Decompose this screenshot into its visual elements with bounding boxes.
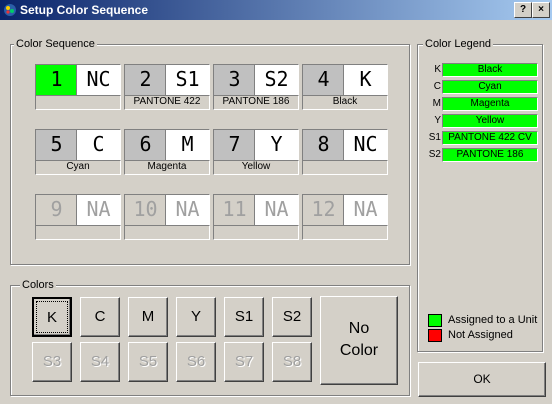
sequence-cell-10[interactable]: 10 NA (124, 194, 210, 240)
assigned-label: Assigned to a Unit (448, 314, 538, 326)
color-button-s1[interactable]: S1 (224, 297, 264, 337)
legend-row-k: K Black (421, 63, 543, 77)
sequence-color-code: M (165, 129, 210, 161)
sequence-color-name (35, 225, 121, 240)
sequence-unit-number: 12 (302, 194, 345, 226)
sequence-color-name: Magenta (124, 160, 210, 175)
legend-row-c: C Cyan (421, 80, 543, 94)
sequence-unit-number: 5 (35, 129, 78, 161)
color-button-s4[interactable]: S4 (80, 342, 120, 382)
sequence-color-code: NC (76, 64, 121, 96)
color-button-s5[interactable]: S5 (128, 342, 168, 382)
color-legend-label: Color Legend (423, 38, 494, 50)
sequence-color-code: Y (254, 129, 299, 161)
sequence-cell-4[interactable]: 4 K Black (302, 64, 388, 110)
not-assigned-swatch (428, 329, 442, 342)
sequence-unit-number: 11 (213, 194, 256, 226)
legend-row-y: Y Yellow (421, 114, 543, 128)
sequence-color-name (35, 95, 121, 110)
assigned-swatch (428, 314, 442, 327)
sequence-unit-number: 2 (124, 64, 167, 96)
not-assigned-label: Not Assigned (448, 329, 513, 341)
sequence-cell-6[interactable]: 6 M Magenta (124, 129, 210, 175)
legend-value: Yellow (442, 114, 538, 128)
color-button-m[interactable]: M (128, 297, 168, 337)
ok-button[interactable]: OK (418, 362, 546, 397)
legend-key: Y (434, 115, 441, 126)
sequence-color-name (124, 225, 210, 240)
window-title: Setup Color Sequence (20, 3, 149, 17)
legend-value: PANTONE 186 (442, 148, 538, 162)
color-button-y[interactable]: Y (176, 297, 216, 337)
legend-key: S2 (428, 149, 441, 160)
legend-value: Black (442, 63, 538, 77)
sequence-color-name: PANTONE 422 (124, 95, 210, 110)
sequence-color-code: NA (165, 194, 210, 226)
sequence-color-name (302, 160, 388, 175)
sequence-color-name (213, 225, 299, 240)
sequence-cell-3[interactable]: 3 S2 PANTONE 186 (213, 64, 299, 110)
sequence-cell-9[interactable]: 9 NA (35, 194, 121, 240)
sequence-color-code: NA (76, 194, 121, 226)
color-sequence-label: Color Sequence (14, 38, 97, 50)
sequence-unit-number: 6 (124, 129, 167, 161)
app-icon (4, 4, 16, 16)
legend-row-m: M Magenta (421, 97, 543, 111)
sequence-color-code: NA (343, 194, 388, 226)
legend-key: C (433, 81, 441, 92)
sequence-color-code: K (343, 64, 388, 96)
title-bar[interactable]: Setup Color Sequence ? × (0, 0, 552, 20)
sequence-color-name: Cyan (35, 160, 121, 175)
sequence-color-name: Black (302, 95, 388, 110)
color-button-s2[interactable]: S2 (272, 297, 312, 337)
sequence-cell-2[interactable]: 2 S1 PANTONE 422 (124, 64, 210, 110)
sequence-unit-number: 7 (213, 129, 256, 161)
no-color-button[interactable]: No Color (320, 296, 398, 385)
sequence-color-name: PANTONE 186 (213, 95, 299, 110)
color-button-c[interactable]: C (80, 297, 120, 337)
color-button-k[interactable]: K (32, 297, 72, 337)
sequence-color-code: C (76, 129, 121, 161)
sequence-cell-7[interactable]: 7 Y Yellow (213, 129, 299, 175)
color-button-s7[interactable]: S7 (224, 342, 264, 382)
sequence-unit-number: 10 (124, 194, 167, 226)
sequence-cell-5[interactable]: 5 C Cyan (35, 129, 121, 175)
sequence-unit-number: 3 (213, 64, 256, 96)
legend-row-s2: S2 PANTONE 186 (421, 148, 543, 162)
sequence-cell-8[interactable]: 8 NC (302, 129, 388, 175)
color-button-s8[interactable]: S8 (272, 342, 312, 382)
sequence-cell-1[interactable]: 1 NC (35, 64, 121, 110)
legend-key: M (432, 98, 441, 109)
sequence-color-name (302, 225, 388, 240)
sequence-color-name: Yellow (213, 160, 299, 175)
sequence-unit-number: 8 (302, 129, 345, 161)
legend-value: Cyan (442, 80, 538, 94)
legend-value: PANTONE 422 CV (442, 131, 538, 145)
legend-value: Magenta (442, 97, 538, 111)
color-button-s6[interactable]: S6 (176, 342, 216, 382)
sequence-unit-number: 9 (35, 194, 78, 226)
no-color-line1: No (348, 320, 370, 337)
sequence-color-code: NC (343, 129, 388, 161)
help-button[interactable]: ? (514, 2, 532, 18)
sequence-cell-11[interactable]: 11 NA (213, 194, 299, 240)
legend-key: K (434, 64, 441, 75)
sequence-color-code: NA (254, 194, 299, 226)
close-button[interactable]: × (532, 2, 550, 18)
sequence-cell-12[interactable]: 12 NA (302, 194, 388, 240)
colors-label: Colors (20, 279, 56, 291)
legend-key: S1 (428, 132, 441, 143)
sequence-color-code: S1 (165, 64, 210, 96)
sequence-color-code: S2 (254, 64, 299, 96)
sequence-unit-number: 1 (35, 64, 78, 96)
no-color-line2: Color (339, 342, 379, 359)
legend-row-s1: S1 PANTONE 422 CV (421, 131, 543, 145)
sequence-unit-number: 4 (302, 64, 345, 96)
color-button-s3[interactable]: S3 (32, 342, 72, 382)
